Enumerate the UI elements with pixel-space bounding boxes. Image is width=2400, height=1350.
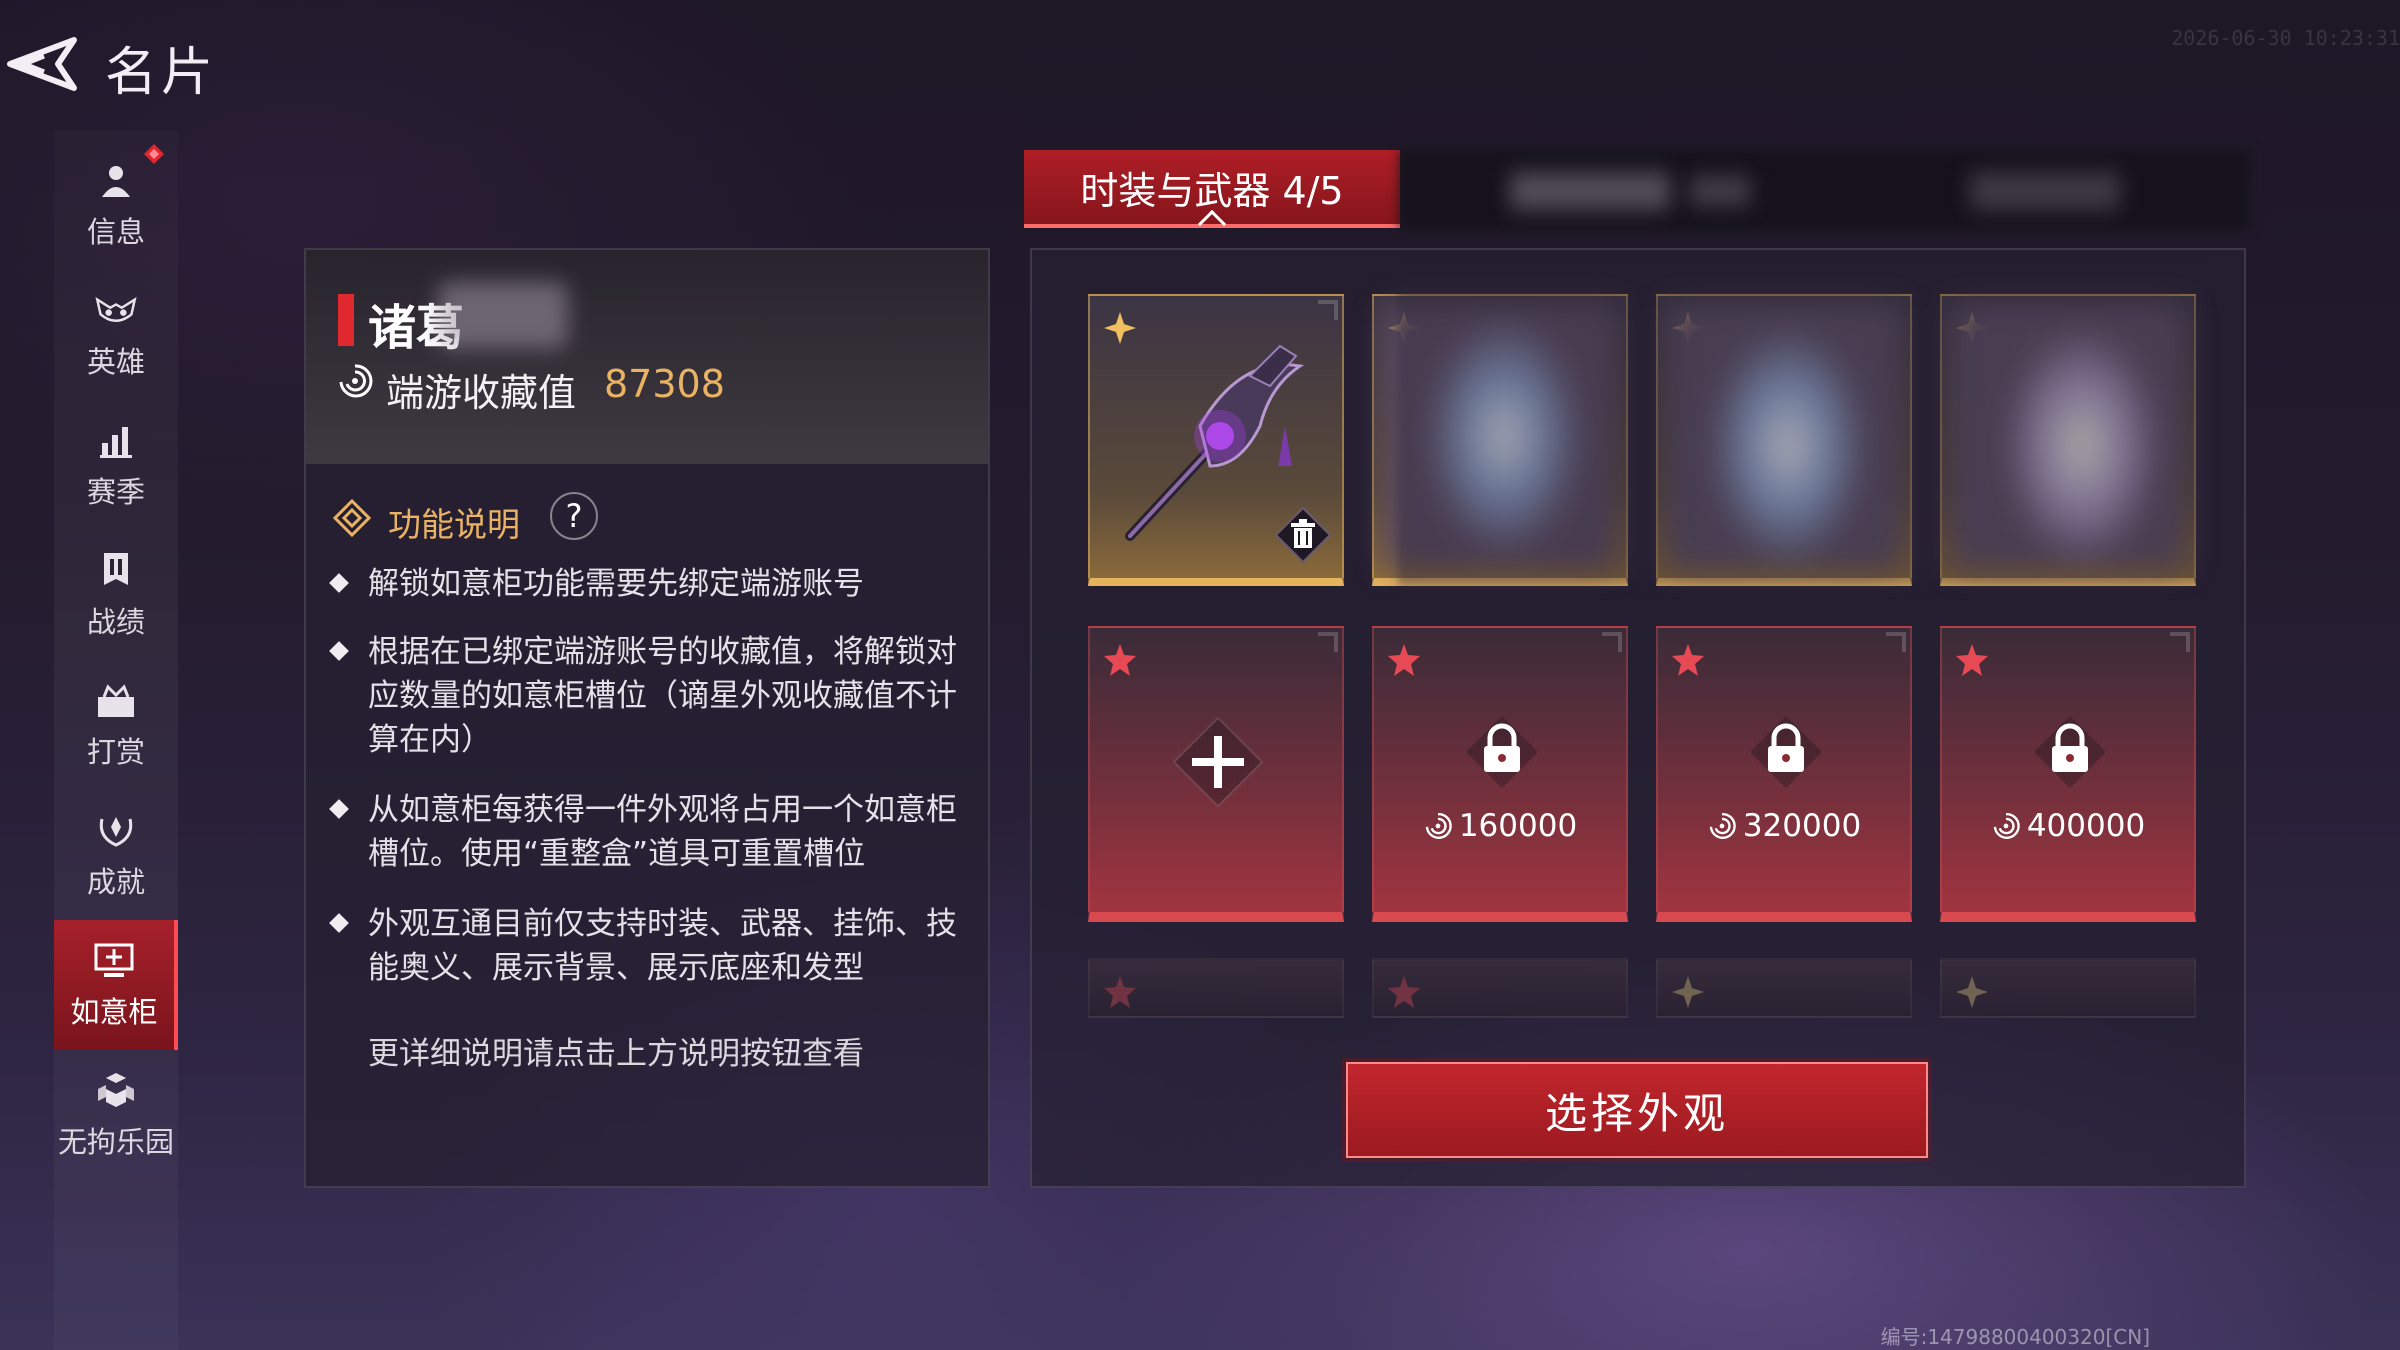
name-accent-bar — [338, 294, 354, 346]
collection-swirl-icon — [1709, 812, 1736, 839]
back-arrow-icon[interactable] — [0, 28, 84, 100]
red-star-icon — [1954, 642, 1990, 678]
trash-icon[interactable] — [1274, 506, 1332, 564]
slot-partial — [1656, 958, 1912, 1018]
red-star-icon — [1670, 642, 1706, 678]
description-footer: 更详细说明请点击上方说明按钮查看 — [368, 1036, 864, 1072]
sidebar-item-season[interactable]: 赛季 — [54, 400, 178, 530]
corner-ornament — [1318, 632, 1338, 652]
red-star-icon — [1102, 642, 1138, 678]
function-description-label: 功能说明 — [388, 505, 520, 544]
tab-blurred[interactable] — [1970, 172, 2120, 210]
info-header: 诸葛 端游收藏值 87308 — [306, 250, 988, 464]
price-value: 400000 — [2026, 808, 2146, 844]
unlock-price: 160000 — [1374, 808, 1626, 844]
bullet-icon — [329, 641, 349, 661]
bullet-icon — [329, 573, 349, 593]
sidebar-item-cabinet[interactable]: 如意柜 — [54, 920, 178, 1050]
cabinet-icon — [92, 939, 136, 983]
equipped-weapon-slot[interactable] — [1088, 294, 1344, 586]
sidebar-item-label: 英雄 — [86, 345, 145, 379]
banner-icon — [94, 549, 138, 593]
price-value: 160000 — [1458, 808, 1578, 844]
collection-swirl-icon — [1993, 812, 2020, 839]
red-star-icon — [1102, 974, 1138, 1010]
sidebar-item-label: 赛季 — [86, 475, 145, 509]
gold-star-icon — [1670, 974, 1706, 1010]
bullet-icon — [329, 799, 349, 819]
collection-swirl-icon — [336, 362, 374, 400]
select-appearance-button[interactable]: 选择外观 — [1346, 1062, 1928, 1158]
slot-partial — [1088, 958, 1344, 1018]
name-blur-mask — [438, 282, 568, 348]
lock-icon — [1746, 712, 1826, 792]
sidebar-item-label: 信息 — [86, 215, 145, 249]
diamond-icon — [332, 498, 372, 538]
tab-blurred — [1690, 176, 1750, 206]
description-item: 外观互通目前仅支持时装、武器、挂饰、技能奥义、展示背景、展示底座和发型 — [368, 906, 957, 986]
sidebar-item-paradise[interactable]: 无拘乐园 — [54, 1050, 178, 1180]
slot-partial — [1372, 958, 1628, 1018]
timestamp: 2026-06-30 10:23:31 — [2171, 26, 2400, 50]
locked-slot[interactable]: 160000 — [1372, 626, 1628, 922]
blur-overlay — [1398, 270, 2208, 586]
corner-ornament — [1602, 632, 1622, 652]
locked-slot[interactable]: 320000 — [1656, 626, 1912, 922]
person-icon — [94, 159, 138, 203]
bullet-icon — [329, 913, 349, 933]
page-title: 名片 — [105, 43, 218, 103]
mask-icon — [94, 289, 138, 333]
plus-icon[interactable] — [1168, 712, 1268, 812]
sidebar-item-heroes[interactable]: 英雄 — [54, 270, 178, 400]
sidebar-item-reward[interactable]: 打赏 — [54, 660, 178, 790]
description-item: 根据在已绑定端游账号的收藏值，将解锁对应数量的如意柜槽位（谪星外观收藏值不计算在… — [368, 634, 957, 758]
blocks-icon — [94, 1069, 138, 1113]
sidebar-item-label: 无拘乐园 — [57, 1125, 174, 1159]
unlock-price: 320000 — [1658, 808, 1910, 844]
bar-chart-icon — [94, 419, 138, 463]
red-star-icon — [1386, 974, 1422, 1010]
sidebar-item-label: 战绩 — [86, 605, 145, 639]
tab-blurred[interactable] — [1510, 172, 1670, 210]
unlock-price: 400000 — [1942, 808, 2194, 844]
help-button[interactable]: ? — [550, 492, 598, 540]
corner-ornament — [2170, 632, 2190, 652]
collection-label: 端游收藏值 — [386, 371, 577, 415]
sidebar: 信息 英雄 赛季 战绩 打赏 成就 如意柜 无拘乐园 — [54, 130, 178, 1350]
description-item: 解锁如意柜功能需要先绑定端游账号 — [368, 566, 864, 602]
tab-label: 时装与武器 4/5 — [1080, 168, 1344, 213]
description-item: 从如意柜每获得一件外观将占用一个如意柜槽位。使用“重整盒”道具可重置槽位 — [368, 792, 957, 872]
sidebar-item-label: 如意柜 — [70, 995, 158, 1029]
corner-ornament — [1886, 632, 1906, 652]
sidebar-item-record[interactable]: 战绩 — [54, 530, 178, 660]
collection-swirl-icon — [1425, 812, 1452, 839]
device-code: 编号:14798800400320[CN] — [1880, 1325, 2150, 1349]
collection-value: 87308 — [604, 362, 725, 406]
locked-slot[interactable]: 400000 — [1940, 626, 2196, 922]
notification-badge-icon — [143, 143, 165, 165]
sidebar-item-label: 成就 — [86, 865, 145, 899]
price-value: 320000 — [1742, 808, 1862, 844]
empty-slot-add[interactable] — [1088, 626, 1344, 922]
red-star-icon — [1386, 642, 1422, 678]
sidebar-item-label: 打赏 — [86, 735, 145, 769]
laurel-icon — [94, 809, 138, 853]
lock-icon — [1462, 712, 1542, 792]
select-button-label: 选择外观 — [1544, 1088, 1729, 1138]
gift-icon — [94, 679, 138, 723]
slot-partial — [1940, 958, 2196, 1018]
sidebar-item-achievement[interactable]: 成就 — [54, 790, 178, 920]
info-panel: 诸葛 端游收藏值 87308 功能说明 ? 解锁如意柜功能需要先绑定端游账号 根… — [304, 248, 990, 1188]
gold-star-icon — [1954, 974, 1990, 1010]
lock-icon — [2030, 712, 2110, 792]
